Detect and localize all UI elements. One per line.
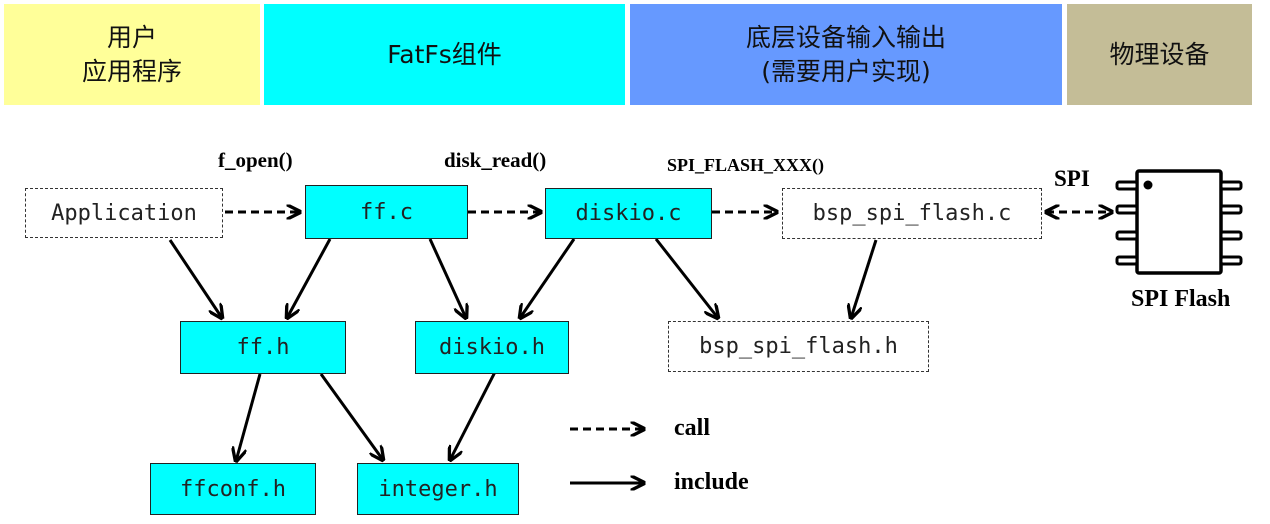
- node-ff-c: ff.c: [305, 185, 468, 239]
- include-arrow-ffc-to-diskioh: [428, 238, 466, 318]
- include-arrow-ffh-to-integerh: [319, 373, 383, 460]
- include-arrow-bspc-to-bsph: [851, 239, 878, 318]
- node-label: diskio.h: [439, 335, 545, 360]
- chip-label: SPI Flash: [1131, 286, 1231, 312]
- node-label: ff.h: [236, 335, 290, 360]
- node-label: integer.h: [378, 476, 498, 502]
- legend-include-label: include: [674, 469, 749, 495]
- node-ff-h: ff.h: [180, 321, 346, 374]
- include-arrow-diskioc-to-diskioh: [520, 238, 576, 318]
- node-bsp-spi-flash-c: bsp_spi_flash.c: [782, 188, 1042, 239]
- call-label-spi: SPI: [1054, 166, 1090, 191]
- call-label-disk-read: disk_read(): [444, 148, 547, 172]
- include-arrow-ffc-to-ffh: [287, 238, 332, 318]
- include-arrow-ffh-to-ffconfh: [236, 373, 262, 461]
- call-label-spi-flash-xxx: SPI_FLASH_XXX(): [667, 155, 825, 175]
- node-integer-h: integer.h: [357, 463, 519, 515]
- diagram-arrows: [168, 169, 1243, 524]
- node-bsp-spi-flash-h: bsp_spi_flash.h: [668, 321, 929, 372]
- spi-flash-chip-icon: [1115, 169, 1243, 275]
- call-label-f-open: f_open(): [218, 148, 293, 172]
- node-label: Application: [51, 200, 197, 226]
- include-arrow-diskioh-to-integerh: [450, 371, 497, 460]
- node-label: ffconf.h: [180, 476, 286, 502]
- node-label: bsp_spi_flash.c: [812, 201, 1012, 226]
- node-diskio-c: diskio.c: [545, 188, 712, 239]
- node-diskio-h: diskio.h: [415, 321, 569, 374]
- node-label: ff.c: [360, 199, 413, 225]
- include-arrow-diskioc-to-bsph: [654, 238, 718, 318]
- include-arrow-app-to-ffh: [168, 239, 222, 318]
- node-application: Application: [25, 188, 223, 238]
- node-label: bsp_spi_flash.h: [699, 334, 898, 359]
- legend-call-label: call: [674, 415, 710, 441]
- node-label: diskio.c: [575, 201, 682, 226]
- node-ffconf-h: ffconf.h: [150, 463, 316, 515]
